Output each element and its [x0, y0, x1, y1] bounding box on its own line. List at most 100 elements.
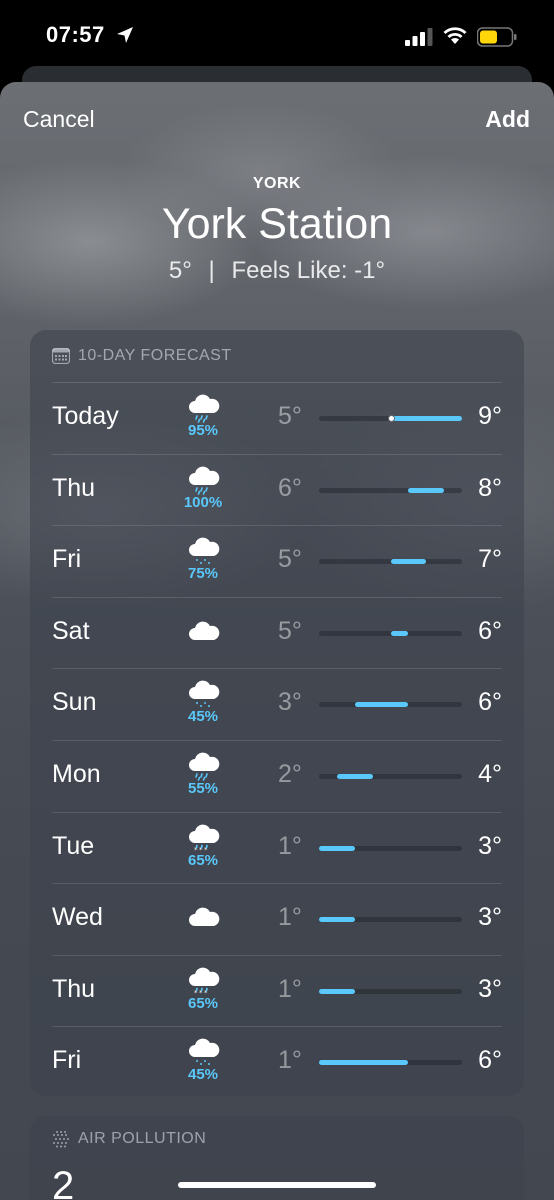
- forecast-row: Mon 55% 2° 4°: [52, 739, 502, 812]
- weather-condition: [180, 904, 226, 960]
- forecast-day: Tue: [52, 831, 95, 860]
- weather-condition: 75%: [180, 534, 226, 590]
- precipitation-chance: 65%: [187, 851, 219, 869]
- high-temperature: 7°: [478, 545, 502, 574]
- weather-condition: 45%: [180, 677, 226, 733]
- forecast-day: Thu: [52, 974, 96, 1003]
- forecast-row: Sun 45% 3° 6°: [52, 668, 502, 740]
- precipitation-chance: 100%: [183, 493, 223, 511]
- temperature-range-bar: [319, 845, 462, 851]
- cloud-drizzle-icon: [189, 1038, 220, 1066]
- cloud-rain-icon: [189, 394, 220, 423]
- cloud-drizzle-icon: [189, 680, 220, 708]
- high-temperature: 6°: [478, 688, 502, 717]
- precipitation-chance: 45%: [187, 708, 219, 726]
- add-location-sheet: Cancel Add YORK York Station 5° | Feels …: [0, 82, 554, 1200]
- battery-icon: [477, 27, 517, 47]
- temperature-range-fill: [408, 487, 445, 493]
- low-temperature: 2°: [278, 759, 302, 788]
- weather-condition: * * * 65%: [180, 964, 226, 1020]
- forecast-row: Tue * * * 65% 1° 3°: [52, 811, 502, 884]
- air-pollution-value: 2: [52, 1164, 75, 1200]
- low-temperature: 3°: [278, 688, 302, 717]
- forecast-list: Today 95% 5° 9° Thu 100% 6° 8° Fri 75% 5° 7° Sat 5° 6°…: [52, 382, 502, 1098]
- calendar-icon: [52, 348, 70, 364]
- cloud-sleet-icon: * * *: [189, 824, 220, 853]
- ten-day-forecast-card[interactable]: 10-DAY FORECAST Today 95% 5° 9° Thu 100% 6° 8° F…: [30, 330, 524, 1096]
- temperature-range-fill: [390, 630, 409, 636]
- temperature-range-fill: [319, 988, 355, 994]
- forecast-title: 10-DAY FORECAST: [78, 347, 232, 364]
- low-temperature: 5°: [278, 545, 302, 574]
- low-temperature: 6°: [278, 473, 302, 502]
- high-temperature: 3°: [478, 974, 502, 1003]
- current-conditions: 5° | Feels Like: -1°: [0, 257, 554, 285]
- forecast-day: Thu: [52, 473, 96, 502]
- high-temperature: 4°: [478, 759, 502, 788]
- temperature-range-bar: [319, 773, 462, 779]
- status-bar: 07:57: [0, 0, 554, 70]
- wifi-icon: [443, 27, 467, 44]
- temperature-range-bar: [319, 917, 462, 923]
- temperature-range-fill: [319, 845, 355, 851]
- weather-condition: 55%: [180, 749, 226, 805]
- home-indicator[interactable]: [178, 1182, 376, 1188]
- temperature-range-bar: [319, 487, 462, 493]
- location-arrow-icon: [117, 27, 133, 43]
- forecast-day: Wed: [52, 903, 103, 932]
- precipitation-chance: 75%: [187, 565, 219, 583]
- air-pollution-header: AIR POLLUTION: [52, 1130, 206, 1148]
- temperature-range-bar: [319, 1060, 462, 1066]
- cancel-button[interactable]: Cancel: [23, 106, 95, 133]
- air-pollution-title: AIR POLLUTION: [78, 1130, 207, 1147]
- cellular-signal-icon: [405, 28, 433, 46]
- temperature-range-fill: [319, 917, 355, 923]
- forecast-row: Thu * * * 65% 1° 3°: [52, 954, 502, 1027]
- high-temperature: 9°: [478, 402, 502, 430]
- high-temperature: 6°: [478, 1046, 502, 1075]
- weather-condition: * * * 65%: [180, 821, 226, 877]
- temperature-range-fill: [319, 1060, 409, 1066]
- forecast-day: Fri: [52, 545, 82, 574]
- cloud-rain-icon: [189, 752, 220, 781]
- forecast-day: Sun: [52, 688, 97, 717]
- forecast-row: Fri 75% 5° 7°: [52, 525, 502, 597]
- low-temperature: 1°: [278, 903, 302, 932]
- precipitation-chance: 95%: [187, 422, 219, 439]
- high-temperature: 8°: [478, 473, 502, 502]
- temperature-range-fill: [336, 773, 373, 779]
- precipitation-chance: 45%: [187, 1066, 219, 1084]
- forecast-row: Wed 1° 3°: [52, 883, 502, 955]
- feels-like: Feels Like: -1°: [231, 257, 386, 284]
- current-temp-marker: [387, 415, 395, 422]
- low-temperature: 1°: [278, 831, 302, 860]
- weather-condition: [180, 618, 226, 674]
- weather-condition: 95%: [180, 391, 226, 447]
- precipitation-chance: 55%: [187, 779, 219, 797]
- cloud-rain-icon: [189, 466, 220, 495]
- low-temperature: 1°: [278, 1046, 302, 1075]
- cloud-drizzle-icon: [189, 537, 220, 565]
- add-button[interactable]: Add: [485, 106, 530, 133]
- forecast-row: Fri 45% 1° 6°: [52, 1026, 502, 1098]
- cloud-icon: [189, 907, 220, 927]
- status-time: 07:57: [46, 22, 105, 47]
- forecast-row: Today 95% 5° 9°: [52, 382, 502, 454]
- air-quality-icon: [53, 1131, 69, 1148]
- temperature-range-bar: [319, 988, 462, 994]
- cloud-sleet-icon: * * *: [189, 967, 220, 996]
- high-temperature: 6°: [478, 616, 502, 645]
- low-temperature: 5°: [278, 402, 302, 430]
- temperature-range-bar: [319, 559, 462, 565]
- forecast-day: Fri: [52, 1046, 82, 1075]
- forecast-row: Sat 5° 6°: [52, 596, 502, 669]
- forecast-day: Today: [52, 402, 119, 430]
- weather-condition: 45%: [180, 1035, 226, 1091]
- low-temperature: 1°: [278, 974, 302, 1003]
- precipitation-chance: 65%: [187, 994, 219, 1012]
- current-temperature: 5°: [168, 257, 192, 284]
- high-temperature: 3°: [478, 831, 502, 860]
- high-temperature: 3°: [478, 903, 502, 932]
- temperature-range-fill: [390, 559, 427, 565]
- forecast-day: Sat: [52, 616, 90, 645]
